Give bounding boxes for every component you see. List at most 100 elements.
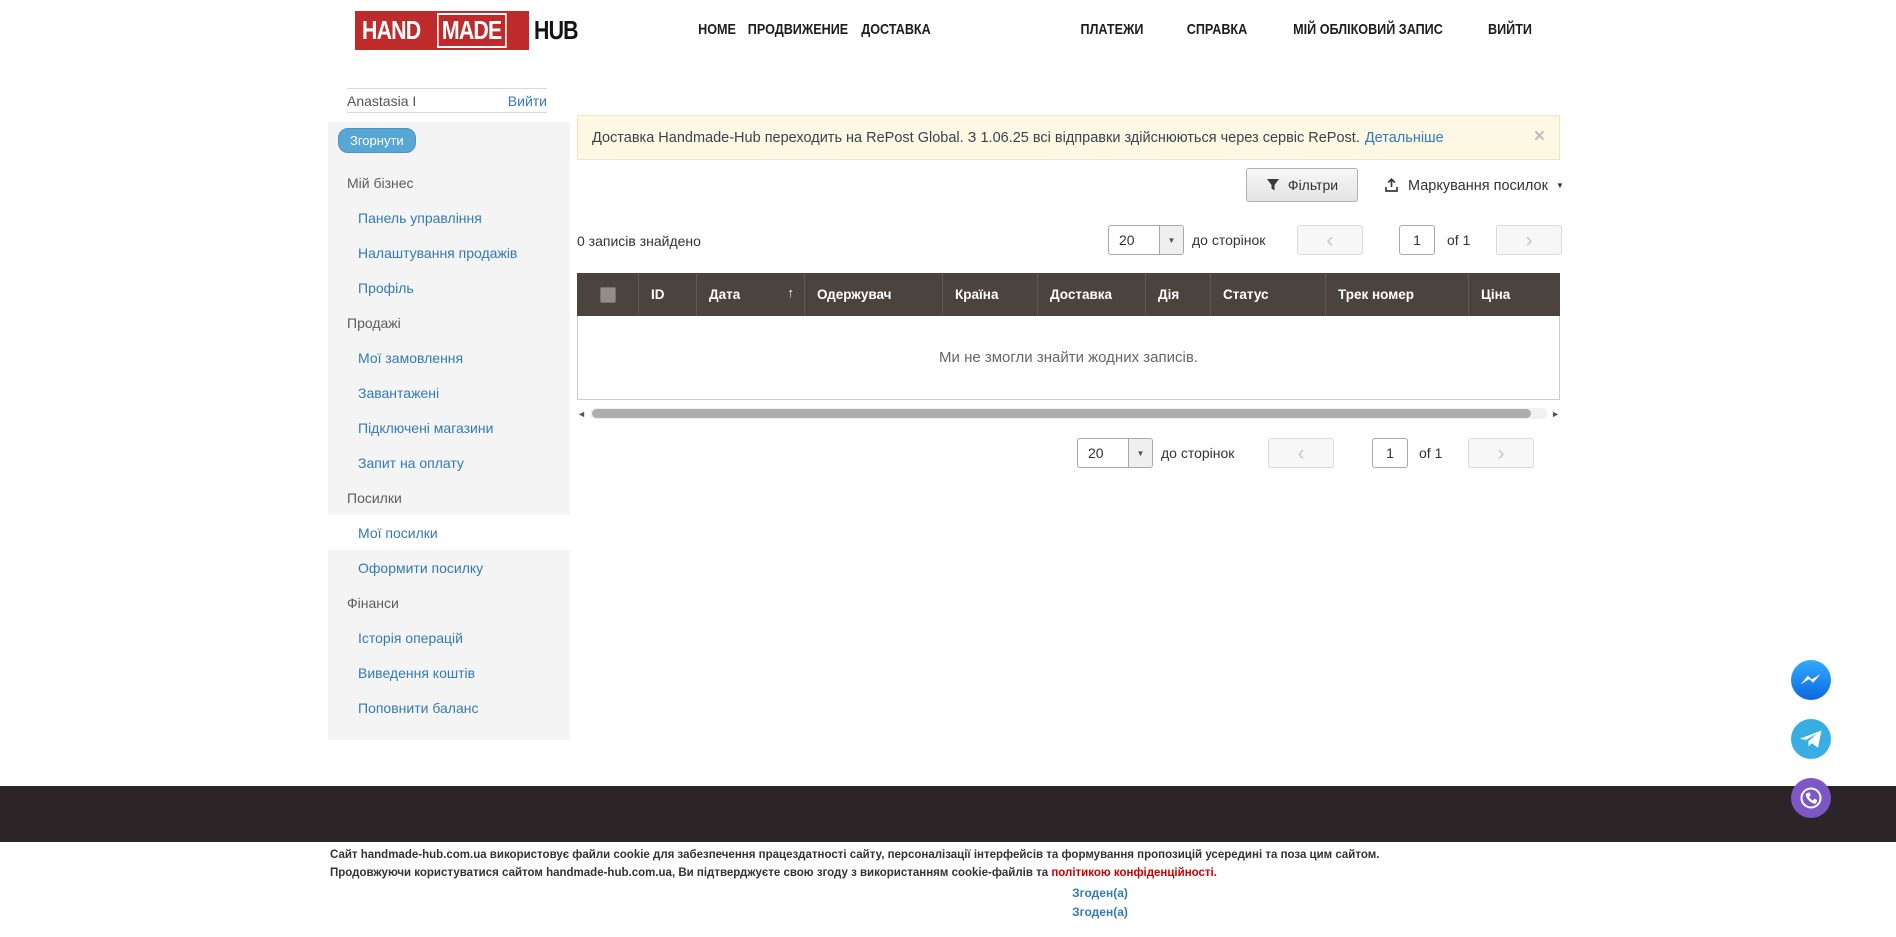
horizontal-scrollbar: ◄ ► bbox=[577, 407, 1560, 421]
user-name: Anastasia I bbox=[347, 93, 416, 109]
filters-button[interactable]: Фільтри bbox=[1246, 168, 1358, 202]
column-country[interactable]: Країна bbox=[943, 273, 1038, 316]
scroll-right-icon[interactable]: ► bbox=[1551, 409, 1560, 419]
social-buttons bbox=[1791, 660, 1831, 818]
filters-button-label: Фільтри bbox=[1288, 177, 1338, 193]
per-page-value-top: 20 bbox=[1109, 226, 1159, 254]
per-page-label-bottom: до сторінок bbox=[1161, 445, 1234, 461]
sidebar-item-sales-settings[interactable]: Налаштування продажів bbox=[328, 235, 570, 270]
sidebar-item-uploaded[interactable]: Завантажені bbox=[328, 375, 570, 410]
notification-banner: Доставка Handmade-Hub переходить на RePo… bbox=[577, 115, 1560, 160]
site-logo[interactable]: HAND MADE HUB bbox=[355, 11, 587, 50]
nav-payments[interactable]: ПЛАТЕЖИ bbox=[1081, 21, 1144, 38]
sidebar-item-connected-shops[interactable]: Підключені магазини bbox=[328, 410, 570, 445]
upload-icon bbox=[1383, 177, 1400, 194]
nav-my-account[interactable]: МІЙ ОБЛІКОВИЙ ЗАПИС bbox=[1293, 21, 1443, 38]
chevron-right-icon: › bbox=[1498, 443, 1505, 464]
prev-page-button-top[interactable]: ‹ bbox=[1297, 225, 1363, 255]
sort-asc-icon: ↑ bbox=[788, 285, 795, 300]
page-number-input-bottom[interactable] bbox=[1372, 438, 1408, 468]
sidebar-item-my-orders[interactable]: Мої замовлення bbox=[328, 340, 570, 375]
logo-red-box: HAND MADE bbox=[355, 11, 529, 50]
cookie-footer: Сайт handmade-hub.com.ua використовує фа… bbox=[330, 846, 1870, 922]
chevron-left-icon: ‹ bbox=[1298, 443, 1305, 464]
nav-promotion[interactable]: ПРОДВИЖЕНИЕ bbox=[748, 21, 848, 38]
table-empty-state: Ми не змогли знайти жодних записів. bbox=[577, 316, 1560, 400]
column-track-number[interactable]: Трек номер bbox=[1326, 273, 1469, 316]
sidebar-section-my-business: Мій бізнес bbox=[328, 165, 570, 200]
privacy-policy-link[interactable]: політикою конфіденційності bbox=[1051, 867, 1213, 879]
page-of-label-bottom: of 1 bbox=[1419, 445, 1442, 461]
sidebar-section-parcels: Посилки bbox=[328, 480, 570, 515]
cookie-text-line2-prefix: Продовжуючи користуватися сайтом handmad… bbox=[330, 867, 1051, 879]
nav-help[interactable]: СПРАВКА bbox=[1187, 21, 1247, 38]
collapse-sidebar-button[interactable]: Згорнути bbox=[338, 128, 416, 153]
user-bar: Anastasia I Вийти bbox=[347, 88, 547, 113]
chevron-left-icon: ‹ bbox=[1327, 230, 1334, 251]
nav-home[interactable]: HOME bbox=[698, 21, 736, 38]
chevron-down-icon: ▼ bbox=[1159, 226, 1183, 254]
sidebar-item-create-parcel[interactable]: Оформити посилку bbox=[328, 550, 570, 585]
chevron-down-icon: ▼ bbox=[1128, 439, 1152, 467]
page-of-label-top: of 1 bbox=[1447, 232, 1470, 248]
records-count: 0 записів знайдено bbox=[577, 233, 701, 249]
agree-link-2[interactable]: Згоден(а) bbox=[330, 903, 1870, 922]
messenger-icon[interactable] bbox=[1791, 660, 1831, 700]
column-recipient[interactable]: Одержувач bbox=[805, 273, 943, 316]
next-page-button-top[interactable]: › bbox=[1496, 225, 1562, 255]
sidebar-section-sales: Продажі bbox=[328, 305, 570, 340]
prev-page-button-bottom[interactable]: ‹ bbox=[1268, 438, 1334, 468]
logo-hand: HAND bbox=[362, 15, 420, 46]
column-id[interactable]: ID bbox=[639, 273, 697, 316]
scrollbar-thumb[interactable] bbox=[592, 409, 1531, 418]
agree-link-1[interactable]: Згоден(а) bbox=[330, 884, 1870, 903]
cookie-text-period: . bbox=[1214, 867, 1217, 879]
column-date-label: Дата bbox=[709, 287, 740, 302]
per-page-select-top[interactable]: 20 ▼ bbox=[1108, 225, 1184, 255]
column-delivery[interactable]: Доставка bbox=[1038, 273, 1146, 316]
sidebar-item-my-parcels[interactable]: Мої посилки bbox=[328, 515, 570, 550]
sidebar-item-operations-history[interactable]: Історія операцій bbox=[328, 620, 570, 655]
parcel-marking-label: Маркування посилок bbox=[1408, 178, 1548, 194]
per-page-value-bottom: 20 bbox=[1078, 439, 1128, 467]
logo-made: MADE bbox=[437, 13, 506, 48]
column-action[interactable]: Дія bbox=[1146, 273, 1211, 316]
sidebar-item-payment-request[interactable]: Запит на оплату bbox=[328, 445, 570, 480]
empty-message: Ми не змогли знайти жодних записів. bbox=[939, 349, 1198, 366]
sidebar: Згорнути Мій бізнес Панель управління На… bbox=[328, 122, 570, 740]
column-status[interactable]: Статус bbox=[1211, 273, 1326, 316]
logo-hub: HUB bbox=[534, 15, 578, 46]
telegram-icon[interactable] bbox=[1791, 719, 1831, 759]
cookie-text-line1: Сайт handmade-hub.com.ua використовує фа… bbox=[330, 846, 1870, 864]
banner-details-link[interactable]: Детальніше bbox=[1365, 130, 1444, 146]
parcels-table-header: ID Дата ↑ Одержувач Країна Доставка Дія … bbox=[577, 273, 1560, 316]
viber-icon[interactable] bbox=[1791, 778, 1831, 818]
cookie-text-line2: Продовжуючи користуватися сайтом handmad… bbox=[330, 864, 1870, 882]
sidebar-item-profile[interactable]: Профіль bbox=[328, 270, 570, 305]
nav-delivery[interactable]: ДОСТАВКА bbox=[861, 21, 930, 38]
page-number-input-top[interactable] bbox=[1399, 225, 1435, 255]
sidebar-section-finance: Фінанси bbox=[328, 585, 570, 620]
select-all-cell bbox=[577, 273, 639, 316]
per-page-select-bottom[interactable]: 20 ▼ bbox=[1077, 438, 1153, 468]
per-page-label-top: до сторінок bbox=[1192, 232, 1265, 248]
parcel-marking-dropdown[interactable]: Маркування посилок ▼ bbox=[1383, 177, 1564, 194]
banner-message: Доставка Handmade-Hub переходить на RePo… bbox=[592, 130, 1360, 146]
sidebar-item-withdraw-funds[interactable]: Виведення коштів bbox=[328, 655, 570, 690]
sidebar-menu: Мій бізнес Панель управління Налаштуванн… bbox=[328, 165, 570, 725]
footer-dark-band bbox=[0, 786, 1896, 842]
next-page-button-bottom[interactable]: › bbox=[1468, 438, 1534, 468]
chevron-down-icon: ▼ bbox=[1556, 181, 1564, 190]
column-price[interactable]: Ціна bbox=[1469, 273, 1560, 316]
user-logout-link[interactable]: Вийти bbox=[508, 93, 547, 109]
scrollbar-track[interactable] bbox=[590, 408, 1547, 419]
funnel-icon bbox=[1266, 178, 1280, 192]
sidebar-item-dashboard[interactable]: Панель управління bbox=[328, 200, 570, 235]
select-all-checkbox[interactable] bbox=[600, 287, 616, 303]
close-icon[interactable]: × bbox=[1534, 126, 1545, 148]
column-date[interactable]: Дата ↑ bbox=[697, 273, 805, 316]
agree-links: Згоден(а) Згоден(а) bbox=[330, 884, 1870, 922]
sidebar-item-top-up-balance[interactable]: Поповнити баланс bbox=[328, 690, 570, 725]
scroll-left-icon[interactable]: ◄ bbox=[577, 409, 586, 419]
nav-logout[interactable]: ВИЙТИ bbox=[1488, 21, 1532, 38]
